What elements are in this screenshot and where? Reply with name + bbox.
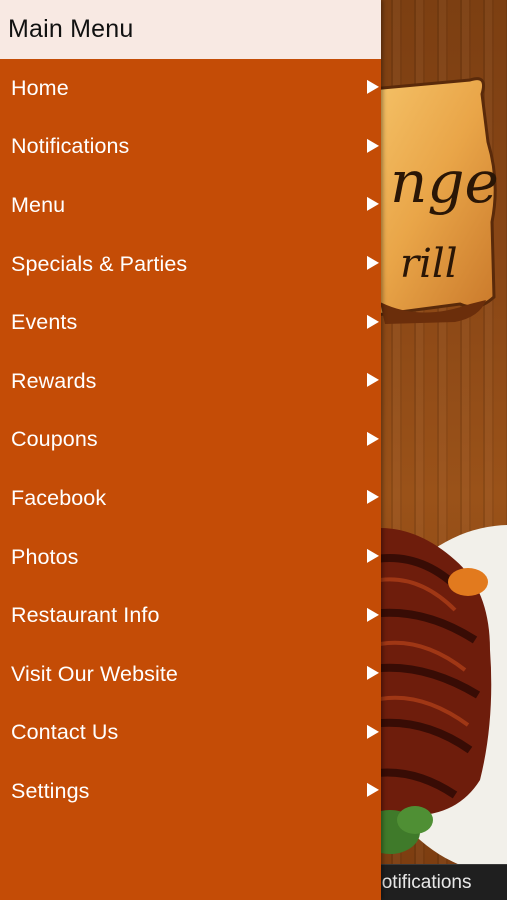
menu-item-label: Photos: [11, 544, 79, 569]
menu-item-specials-parties[interactable]: Specials & Parties: [0, 235, 381, 294]
chevron-right-icon: [367, 666, 379, 681]
menu-item-label: Home: [11, 75, 69, 100]
bottom-tab-label: Notifications: [381, 872, 472, 893]
menu-item-label: Menu: [11, 192, 66, 217]
menu-item-label: Specials & Parties: [11, 251, 188, 276]
sign-text-top: nge: [390, 148, 499, 216]
chevron-right-icon: [367, 431, 379, 446]
chevron-right-icon: [367, 255, 379, 270]
chevron-right-icon: [367, 314, 379, 329]
menu-item-label: Facebook: [11, 485, 107, 510]
menu-item-notifications[interactable]: Notifications: [0, 118, 381, 177]
menu-item-label: Contact Us: [11, 720, 119, 745]
menu-item-menu[interactable]: Menu: [0, 176, 381, 235]
menu-item-facebook[interactable]: Facebook: [0, 469, 381, 528]
chevron-right-icon: [367, 373, 379, 388]
menu-item-label: Restaurant Info: [11, 603, 160, 628]
menu-item-label: Coupons: [11, 427, 98, 452]
chevron-right-icon: [367, 607, 379, 622]
menu-item-label: Settings: [11, 778, 90, 803]
chevron-right-icon: [367, 80, 379, 95]
menu-item-label: Visit Our Website: [11, 661, 178, 686]
menu-item-rewards[interactable]: Rewards: [0, 352, 381, 411]
chevron-right-icon: [367, 783, 379, 798]
app-screen: nge rill Notifications Main Menu Home: [0, 0, 507, 900]
menu-item-photos[interactable]: Photos: [0, 528, 381, 587]
menu-item-label: Rewards: [11, 368, 97, 393]
restaurant-sign-logo: nge rill: [360, 77, 499, 324]
chevron-right-icon: [367, 724, 379, 739]
menu-item-settings[interactable]: Settings: [0, 762, 381, 821]
menu-item-coupons[interactable]: Coupons: [0, 411, 381, 470]
chevron-right-icon: [367, 490, 379, 505]
main-menu-drawer: Main Menu Home Notifications Menu Specia…: [0, 0, 381, 900]
menu-item-contact-us[interactable]: Contact Us: [0, 704, 381, 763]
drawer-header: Main Menu: [0, 0, 381, 59]
chevron-right-icon: [367, 197, 379, 212]
menu-item-visit-website[interactable]: Visit Our Website: [0, 645, 381, 704]
menu-item-events[interactable]: Events: [0, 293, 381, 352]
menu-item-label: Events: [11, 310, 78, 335]
bottom-tab-notifications[interactable]: Notifications: [381, 865, 507, 900]
drawer-title: Main Menu: [8, 15, 134, 43]
ribs-plate-photo: [360, 525, 507, 865]
chevron-right-icon: [367, 548, 379, 563]
menu-list: Home Notifications Menu Specials & Parti…: [0, 59, 381, 821]
sign-text-bottom: rill: [400, 241, 458, 287]
chevron-right-icon: [367, 138, 379, 153]
menu-item-home[interactable]: Home: [0, 59, 381, 118]
menu-item-restaurant-info[interactable]: Restaurant Info: [0, 586, 381, 645]
menu-item-label: Notifications: [11, 134, 130, 159]
